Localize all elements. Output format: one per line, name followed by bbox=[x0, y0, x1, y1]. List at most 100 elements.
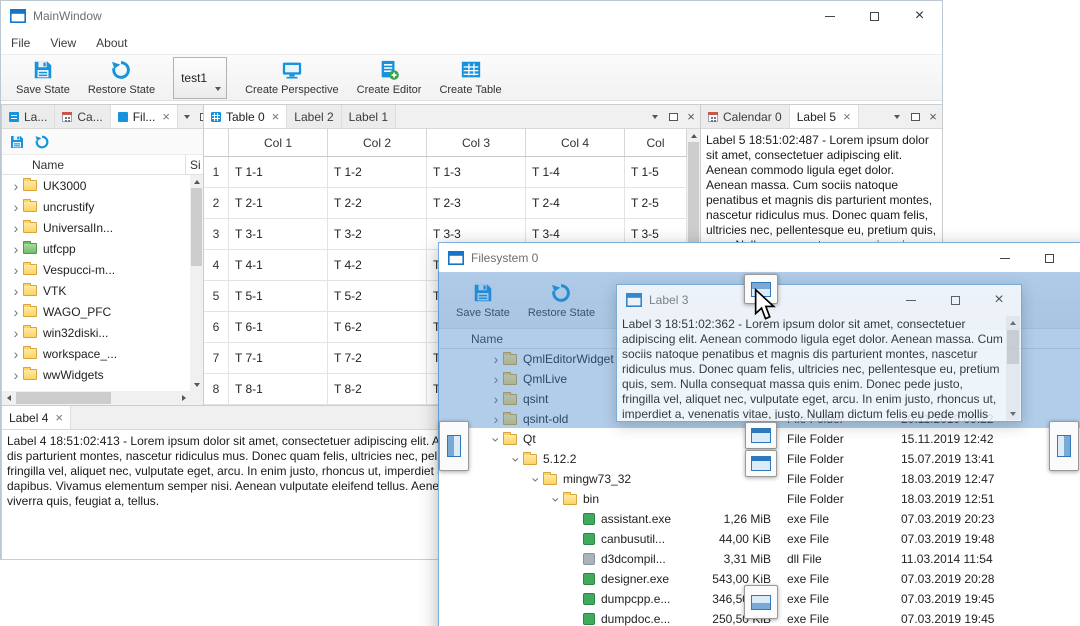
tab-calendar[interactable]: Ca... bbox=[55, 105, 111, 128]
column-header[interactable]: Col 4 bbox=[526, 129, 625, 156]
chevron-right-icon[interactable]: › bbox=[9, 200, 23, 214]
scroll-thumb[interactable] bbox=[191, 188, 202, 266]
chevron-right-icon[interactable]: › bbox=[9, 221, 23, 235]
tree-item[interactable]: › workspace_... bbox=[2, 343, 203, 364]
column-header[interactable]: Col bbox=[625, 129, 687, 156]
table-cell[interactable]: T 2-4 bbox=[526, 188, 625, 218]
tab-table0[interactable]: Table 0 × bbox=[204, 105, 288, 128]
perspective-combo[interactable]: test1 bbox=[173, 56, 228, 99]
scroll-right-button[interactable] bbox=[177, 391, 190, 405]
chevron-right-icon[interactable]: › bbox=[9, 347, 23, 361]
tree-item[interactable]: › uncrustify bbox=[2, 196, 203, 217]
chevron-right-icon[interactable]: › bbox=[9, 263, 23, 277]
tree-item[interactable]: › wwWidgets bbox=[2, 364, 203, 385]
tab-label1[interactable]: Label 1 bbox=[341, 105, 397, 128]
tree-item[interactable]: › WAGO_PFC bbox=[2, 301, 203, 322]
table-cell[interactable]: T 5-1 bbox=[229, 281, 328, 311]
dock-undock-button[interactable] bbox=[664, 105, 682, 129]
tab-close-icon[interactable]: × bbox=[55, 411, 63, 424]
menu-view[interactable]: View bbox=[40, 31, 86, 54]
tree-restore-button[interactable] bbox=[31, 131, 53, 153]
main-titlebar[interactable]: MainWindow × bbox=[1, 1, 942, 31]
close-button[interactable]: × bbox=[897, 1, 942, 31]
tree-item[interactable]: › VTK bbox=[2, 280, 203, 301]
tab-labels[interactable]: La... bbox=[2, 105, 56, 128]
table-cell[interactable]: T 8-1 bbox=[229, 374, 328, 404]
dock-tabs-menu-button[interactable] bbox=[178, 105, 196, 129]
scroll-down-button[interactable] bbox=[190, 378, 203, 391]
dock-indicator-center[interactable] bbox=[745, 450, 777, 477]
dock-tabs-menu-button[interactable] bbox=[888, 105, 906, 129]
scroll-up-button[interactable] bbox=[190, 175, 203, 188]
menu-about[interactable]: About bbox=[86, 31, 137, 54]
create-table-button[interactable]: Create Table bbox=[430, 57, 510, 98]
table-cell[interactable]: T 6-1 bbox=[229, 312, 328, 342]
save-state-button[interactable]: Save State bbox=[7, 57, 79, 98]
fs-row[interactable]: assistant.exe 1,26 MiB exe File 07.03.2019 … bbox=[439, 509, 1080, 529]
table-cell[interactable]: T 4-2 bbox=[328, 250, 427, 280]
filesystem-titlebar[interactable]: Filesystem 0 × bbox=[439, 243, 1080, 273]
chevron-right-icon[interactable]: › bbox=[9, 326, 23, 340]
restore-state-button[interactable]: Restore State bbox=[79, 57, 164, 98]
minimize-button[interactable] bbox=[889, 285, 933, 315]
dock-tabs-menu-button[interactable] bbox=[646, 105, 664, 129]
tree-item[interactable]: › win32diski... bbox=[2, 322, 203, 343]
table-cell[interactable]: T 4-1 bbox=[229, 250, 328, 280]
column-header[interactable]: Col 2 bbox=[328, 129, 427, 156]
dock-indicator-bottom[interactable] bbox=[744, 585, 778, 619]
chevron-down-icon[interactable]: › bbox=[549, 493, 565, 507]
tree-item[interactable]: › UK3000 bbox=[2, 175, 203, 196]
table-cell[interactable]: T 1-3 bbox=[427, 157, 526, 187]
scroll-thumb[interactable] bbox=[1007, 330, 1019, 364]
chevron-down-icon[interactable]: › bbox=[529, 473, 545, 487]
tree-item[interactable]: › Vespucci-m... bbox=[2, 259, 203, 280]
maximize-button[interactable] bbox=[933, 285, 977, 315]
table-cell[interactable]: T 2-3 bbox=[427, 188, 526, 218]
fs-row[interactable]: canbusutil... 44,00 KiB exe File 07.03.2019… bbox=[439, 529, 1080, 549]
chevron-down-icon[interactable]: › bbox=[489, 433, 505, 447]
tree-item[interactable]: › UniversalIn... bbox=[2, 217, 203, 238]
table-cell[interactable]: T 8-2 bbox=[328, 374, 427, 404]
size-column-header[interactable]: Si bbox=[185, 155, 201, 174]
create-editor-button[interactable]: Create Editor bbox=[348, 57, 431, 98]
tab-close-icon[interactable]: × bbox=[162, 110, 170, 123]
dock-indicator-center-top[interactable] bbox=[745, 422, 777, 449]
tab-filesystem[interactable]: Fil... × bbox=[110, 105, 178, 128]
chevron-right-icon[interactable]: › bbox=[9, 284, 23, 298]
dock-undock-button[interactable] bbox=[906, 105, 924, 129]
table-cell[interactable]: T 2-2 bbox=[328, 188, 427, 218]
chevron-down-icon[interactable]: › bbox=[509, 453, 525, 467]
minimize-button[interactable] bbox=[982, 243, 1027, 273]
tab-label5[interactable]: Label 5 × bbox=[789, 105, 859, 128]
tree-hscrollbar[interactable] bbox=[2, 391, 190, 405]
close-button[interactable]: × bbox=[1072, 243, 1080, 273]
tree-vscrollbar[interactable] bbox=[190, 175, 203, 391]
tab-label4[interactable]: Label 4 × bbox=[2, 406, 71, 429]
scroll-down-button[interactable] bbox=[1006, 407, 1019, 420]
table-cell[interactable]: T 2-5 bbox=[625, 188, 687, 218]
chevron-right-icon[interactable]: › bbox=[9, 368, 23, 382]
minimize-button[interactable] bbox=[807, 1, 852, 31]
maximize-button[interactable] bbox=[852, 1, 897, 31]
dock-close-button[interactable]: × bbox=[924, 105, 942, 129]
close-button[interactable]: × bbox=[977, 285, 1021, 315]
table-cell[interactable]: T 1-2 bbox=[328, 157, 427, 187]
table-cell[interactable]: T 1-1 bbox=[229, 157, 328, 187]
label3-titlebar[interactable]: Label 3 × bbox=[617, 285, 1021, 315]
table-cell[interactable]: T 5-2 bbox=[328, 281, 427, 311]
scroll-left-button[interactable] bbox=[2, 391, 15, 405]
table-cell[interactable]: T 3-2 bbox=[328, 219, 427, 249]
fs-row[interactable]: › bin File Folder 18.03.2019 12:51 bbox=[439, 489, 1080, 509]
dock-indicator-left[interactable] bbox=[439, 421, 469, 471]
dock-indicator-right[interactable] bbox=[1049, 421, 1079, 471]
tab-close-icon[interactable]: × bbox=[272, 110, 280, 123]
create-perspective-button[interactable]: Create Perspective bbox=[236, 57, 348, 98]
tree-save-button[interactable] bbox=[6, 131, 28, 153]
table-cell[interactable]: T 2-1 bbox=[229, 188, 328, 218]
name-column-header[interactable]: Name bbox=[2, 158, 64, 172]
column-header[interactable]: Col 3 bbox=[427, 129, 526, 156]
fs-row[interactable]: d3dcompil... 3,31 MiB dll File 11.03.2014 1… bbox=[439, 549, 1080, 569]
scroll-up-button[interactable] bbox=[1006, 316, 1019, 329]
scroll-up-button[interactable] bbox=[687, 129, 700, 142]
tab-close-icon[interactable]: × bbox=[843, 110, 851, 123]
